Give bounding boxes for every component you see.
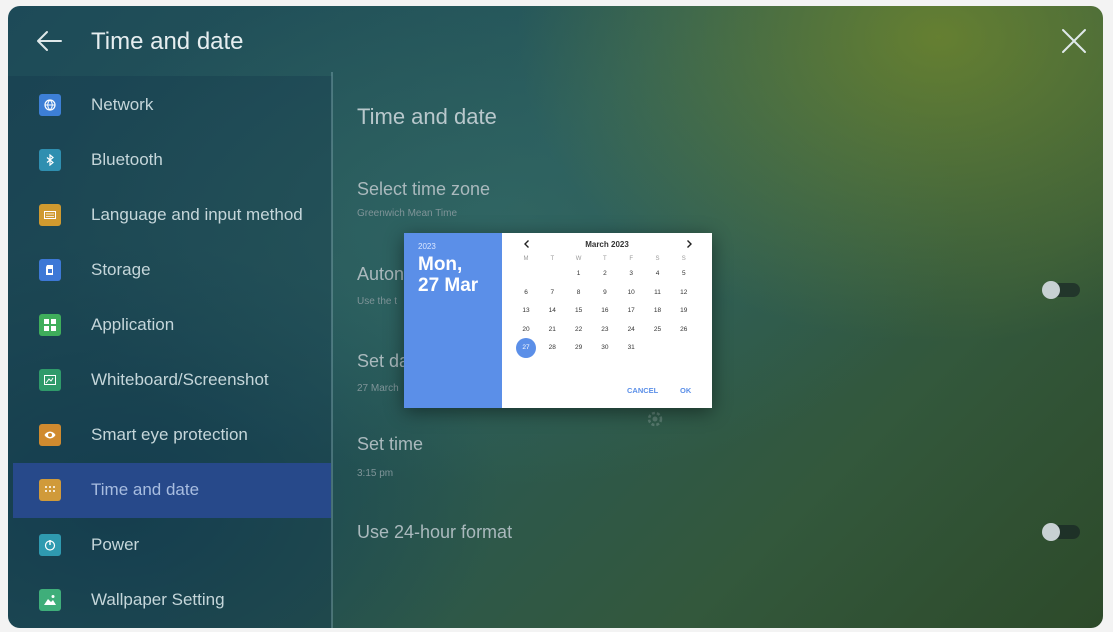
- sidebar-item-whiteboard-screenshot[interactable]: Whiteboard/Screenshot: [13, 353, 331, 408]
- sidebar-item-label: Network: [91, 95, 154, 114]
- calendar-day[interactable]: 8: [569, 283, 589, 303]
- calendar-day[interactable]: 23: [595, 320, 615, 340]
- weekday-label: F: [629, 256, 634, 262]
- close-icon[interactable]: [1059, 26, 1089, 56]
- calendar-day[interactable]: 25: [648, 320, 668, 340]
- sidebar-item-application[interactable]: Application: [13, 298, 331, 353]
- calendar-day[interactable]: 20: [516, 320, 536, 340]
- calendar-day[interactable]: 3: [621, 264, 641, 284]
- bluetooth-icon: [39, 149, 61, 171]
- calendar-day[interactable]: 1: [569, 264, 589, 284]
- weekday-label: M: [523, 256, 529, 262]
- weekday-label: T: [550, 256, 555, 262]
- image-icon: [39, 589, 61, 611]
- selected-date-day-month: 27 Mar: [418, 275, 479, 296]
- sidebar-item-power[interactable]: Power: [13, 518, 331, 573]
- sidebar-item-bluetooth[interactable]: Bluetooth: [13, 133, 331, 188]
- sidebar-item-label: Application: [91, 315, 175, 334]
- cancel-button[interactable]: CANCEL: [627, 386, 658, 395]
- use-24-hour-format-toggle[interactable]: [1042, 523, 1080, 541]
- calendar-day[interactable]: 30: [595, 338, 615, 358]
- calendar-day[interactable]: 7: [542, 283, 562, 303]
- gear-icon: [647, 411, 663, 427]
- eye-icon: [39, 424, 61, 446]
- title-bar: Time and date: [8, 6, 1103, 76]
- sidebar-item-label: Wallpaper Setting: [91, 590, 225, 609]
- weekday-label: S: [681, 256, 686, 262]
- calendar-day[interactable]: 31: [621, 338, 641, 358]
- calendar-day[interactable]: 28: [542, 338, 562, 358]
- calendar-day[interactable]: 18: [648, 301, 668, 321]
- keyboard-icon: [39, 204, 61, 226]
- calendar-day[interactable]: 10: [621, 283, 641, 303]
- automatic-time-subtitle: Use the t: [357, 296, 398, 307]
- screenshot-icon: [39, 369, 61, 391]
- calendar-day[interactable]: 17: [621, 301, 641, 321]
- calendar-day[interactable]: 29: [569, 338, 589, 358]
- sidebar-item-label: Smart eye protection: [91, 425, 248, 444]
- sidebar-item-label: Power: [91, 535, 140, 554]
- toggle-knob: [1042, 523, 1060, 541]
- page-title: Time and date: [357, 104, 497, 129]
- weekday-label: S: [655, 256, 660, 262]
- sidebar-item-language-and-input-method[interactable]: Language and input method: [13, 188, 331, 243]
- next-month-icon[interactable]: [684, 239, 694, 249]
- date-picker-header: 2023 Mon, 27 Mar: [404, 233, 502, 408]
- sidebar-item-label: Language and input method: [91, 205, 303, 224]
- calendar-day[interactable]: 22: [569, 320, 589, 340]
- calendar-day[interactable]: 6: [516, 283, 536, 303]
- calendar-day[interactable]: 9: [595, 283, 615, 303]
- automatic-time-toggle[interactable]: [1042, 281, 1080, 299]
- calendar-day[interactable]: 16: [595, 301, 615, 321]
- calendar-day[interactable]: 24: [621, 320, 641, 340]
- sd-card-icon: [39, 259, 61, 281]
- sidebar-item-label: Bluetooth: [91, 150, 163, 169]
- sidebar-item-label: Whiteboard/Screenshot: [91, 370, 269, 389]
- selected-date-weekday: Mon,: [418, 254, 463, 275]
- set-date-title[interactable]: Set da: [357, 351, 409, 372]
- toggle-knob: [1042, 281, 1060, 299]
- calendar-day[interactable]: 12: [674, 283, 694, 303]
- window-title: Time and date: [91, 28, 244, 55]
- power-icon: [39, 534, 61, 556]
- use-24-hour-format-title[interactable]: Use 24-hour format: [357, 522, 512, 543]
- sidebar-item-storage[interactable]: Storage: [13, 243, 331, 298]
- calendar-day[interactable]: 14: [542, 301, 562, 321]
- weekday-label: T: [603, 256, 607, 262]
- globe-icon: [39, 94, 61, 116]
- set-date-value: 27 March: [357, 383, 399, 394]
- calendar-day[interactable]: 2: [595, 264, 615, 284]
- sidebar-item-wallpaper-setting[interactable]: Wallpaper Setting: [13, 573, 331, 628]
- sidebar-item-label: Time and date: [91, 480, 200, 499]
- selected-date: Mon, 27 Mar: [418, 254, 498, 296]
- calendar-day[interactable]: 4: [648, 264, 668, 284]
- set-time-title[interactable]: Set time: [357, 434, 423, 455]
- back-arrow-icon[interactable]: [34, 26, 64, 56]
- set-time-value: 3:15 pm: [357, 468, 394, 479]
- calendar-panel: March 2023 MTWTFSS 1 2 3 4 5 6 7 8 9 10 11 12 13 14 15…: [502, 233, 712, 408]
- select-time-zone-title[interactable]: Select time zone: [357, 179, 490, 200]
- sidebar-item-time-and-date[interactable]: Time and date: [13, 463, 331, 518]
- calendar-day[interactable]: 15: [569, 301, 589, 321]
- ok-button[interactable]: OK: [680, 386, 691, 395]
- month-title: March 2023: [585, 240, 629, 249]
- selected-year[interactable]: 2023: [418, 242, 436, 251]
- calendar-icon: [39, 479, 61, 501]
- calendar-day[interactable]: 26: [674, 320, 694, 340]
- calendar-day[interactable]: 19: [674, 301, 694, 321]
- calendar-day[interactable]: 11: [648, 283, 668, 303]
- sidebar-item-label: Storage: [91, 260, 151, 279]
- time-zone-value: Greenwich Mean Time: [357, 208, 458, 219]
- sidebar-item-network[interactable]: Network: [13, 78, 331, 133]
- settings-sidebar: Network Bluetooth Language and input metho…: [8, 76, 332, 628]
- date-picker-dialog: 2023 Mon, 27 Mar March 2023 MTWTFSS 1234…: [404, 233, 712, 408]
- calendar-day[interactable]: 13: [516, 301, 536, 321]
- apps-grid-icon: [39, 314, 61, 336]
- calendar-day[interactable]: 21: [542, 320, 562, 340]
- sidebar-item-smart-eye-protection[interactable]: Smart eye protection: [13, 408, 331, 463]
- automatic-time-title[interactable]: Auton: [357, 264, 404, 285]
- calendar-day-selected[interactable]: 27: [516, 338, 536, 358]
- calendar-day[interactable]: 5: [674, 264, 694, 284]
- weekday-label: W: [575, 256, 582, 262]
